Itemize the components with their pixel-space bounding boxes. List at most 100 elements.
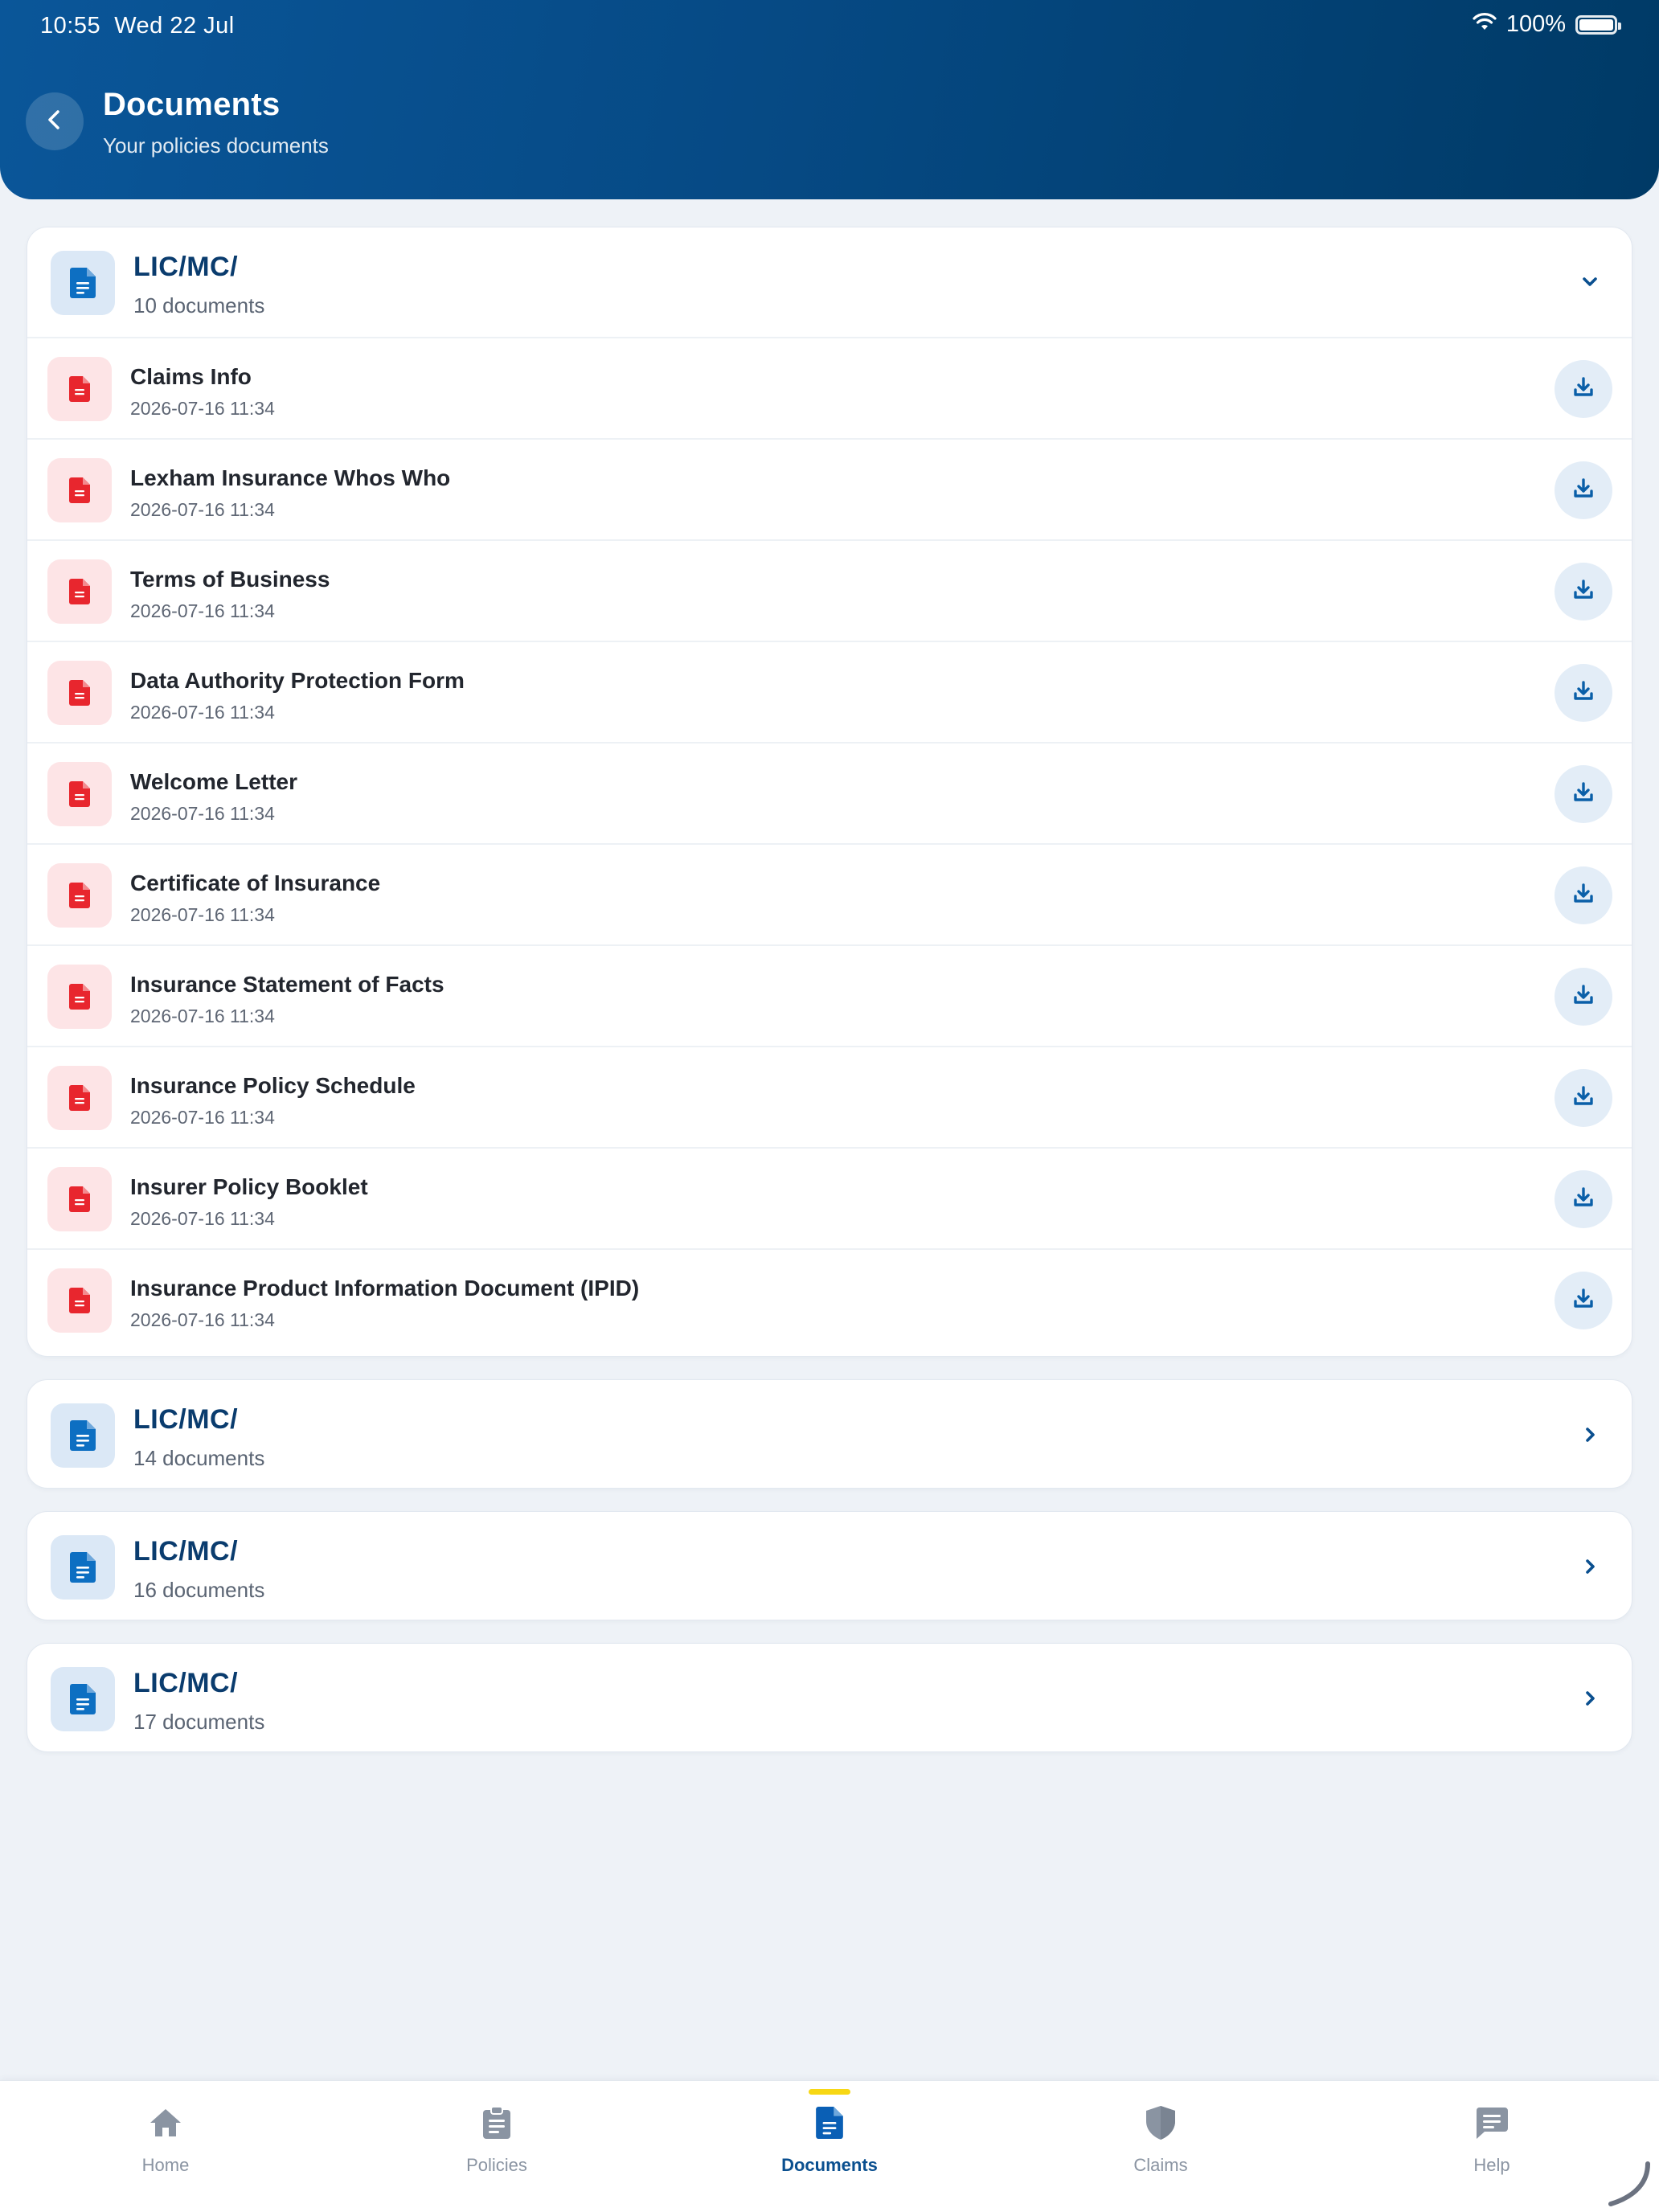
page-subtitle: Your policies documents <box>103 133 329 158</box>
download-button[interactable] <box>1555 765 1612 823</box>
nav-label: Home <box>141 2155 190 2175</box>
download-button[interactable] <box>1555 1069 1612 1127</box>
battery-percent: 100% <box>1505 11 1566 37</box>
pdf-file-icon <box>47 965 112 1029</box>
document-icon <box>51 1403 115 1468</box>
download-button[interactable] <box>1555 968 1612 1026</box>
download-icon <box>1572 376 1595 403</box>
document-row[interactable]: Data Authority Protection Form 2026-07-1… <box>27 641 1632 742</box>
policy-group-header[interactable]: LIC/MC/ 17 documents <box>27 1644 1632 1751</box>
document-name: Lexham Insurance Whos Who <box>130 465 451 490</box>
back-button[interactable] <box>26 92 84 150</box>
download-icon <box>1572 1288 1595 1314</box>
document-date: 2026-07-16 11:34 <box>130 1208 275 1229</box>
policy-group-count: 16 documents <box>133 1578 265 1602</box>
policy-group-title: LIC/MC/ <box>133 1404 239 1435</box>
document-date: 2026-07-16 11:34 <box>130 904 275 925</box>
pdf-file-icon <box>47 1167 112 1231</box>
download-icon <box>1572 781 1595 808</box>
download-button[interactable] <box>1555 1272 1612 1329</box>
page-title: Documents <box>103 87 281 122</box>
document-row[interactable]: Insurance Statement of Facts 2026-07-16 … <box>27 944 1632 1046</box>
policy-group-title: LIC/MC/ <box>133 252 239 282</box>
document-name: Welcome Letter <box>130 769 297 794</box>
status-bar-right: 100% <box>1473 11 1621 38</box>
download-icon <box>1572 680 1595 707</box>
nav-tab-help[interactable]: Help <box>1371 2081 1612 2212</box>
policy-group-card[interactable]: LIC/MC/ 16 documents <box>27 1511 1632 1620</box>
document-row[interactable]: Welcome Letter 2026-07-16 11:34 <box>27 742 1632 843</box>
shield-icon <box>1141 2103 1180 2142</box>
download-button[interactable] <box>1555 461 1612 519</box>
document-date: 2026-07-16 11:34 <box>130 1107 275 1128</box>
document-date: 2026-07-16 11:34 <box>130 702 275 723</box>
chevron-right-icon <box>1577 1422 1603 1448</box>
corner-grabber-icon <box>1606 2161 1653 2207</box>
status-date: Wed 22 Jul <box>114 13 235 39</box>
document-icon <box>51 1535 115 1600</box>
document-row[interactable]: Claims Info 2026-07-16 11:34 <box>27 337 1632 438</box>
policy-group-title: LIC/MC/ <box>133 1668 239 1698</box>
chevron-right-icon <box>1577 1554 1603 1579</box>
policy-group-card: LIC/MC/ 10 documents Claims Info 2026-07… <box>27 227 1632 1357</box>
policy-group-card[interactable]: LIC/MC/ 17 documents <box>27 1643 1632 1752</box>
policy-group-count: 14 documents <box>133 1446 265 1470</box>
nav-tab-policies[interactable]: Policies <box>376 2081 617 2212</box>
download-button[interactable] <box>1555 1170 1612 1228</box>
document-name: Insurer Policy Booklet <box>130 1174 368 1199</box>
download-icon <box>1572 1186 1595 1213</box>
nav-label: Documents <box>781 2155 878 2175</box>
document-icon <box>51 251 115 315</box>
document-row[interactable]: Insurer Policy Booklet 2026-07-16 11:34 <box>27 1147 1632 1248</box>
document-date: 2026-07-16 11:34 <box>130 600 275 621</box>
document-row[interactable]: Insurance Policy Schedule 2026-07-16 11:… <box>27 1046 1632 1147</box>
download-icon <box>1572 579 1595 605</box>
document-name: Claims Info <box>130 364 252 389</box>
policy-group-count: 10 documents <box>133 293 265 317</box>
document-date: 2026-07-16 11:34 <box>130 398 275 419</box>
document-icon <box>810 2103 849 2142</box>
pdf-file-icon <box>47 1066 112 1130</box>
battery-icon <box>1575 14 1621 35</box>
pdf-file-icon <box>47 863 112 928</box>
document-date: 2026-07-16 11:34 <box>130 499 275 520</box>
pdf-file-icon <box>47 762 112 826</box>
document-name: Insurance Policy Schedule <box>130 1073 416 1098</box>
download-icon <box>1572 477 1595 504</box>
download-button[interactable] <box>1555 360 1612 418</box>
policy-group-card[interactable]: LIC/MC/ 14 documents <box>27 1379 1632 1489</box>
document-row[interactable]: Terms of Business 2026-07-16 11:34 <box>27 539 1632 641</box>
home-icon <box>146 2103 185 2142</box>
download-button[interactable] <box>1555 664 1612 722</box>
policy-group-header[interactable]: LIC/MC/ 16 documents <box>27 1512 1632 1620</box>
status-time: 10:55 <box>40 13 101 39</box>
nav-tab-documents[interactable]: Documents <box>709 2081 950 2212</box>
document-row[interactable]: Certificate of Insurance 2026-07-16 11:3… <box>27 843 1632 944</box>
wifi-icon <box>1473 11 1497 38</box>
nav-tab-claims[interactable]: Claims <box>1040 2081 1281 2212</box>
active-tab-indicator <box>809 2089 850 2095</box>
document-date: 2026-07-16 11:34 <box>130 1006 275 1026</box>
document-row[interactable]: Lexham Insurance Whos Who 2026-07-16 11:… <box>27 438 1632 539</box>
chevron-left-icon <box>43 108 67 136</box>
nav-label: Policies <box>466 2155 527 2175</box>
chevron-right-icon <box>1577 1686 1603 1711</box>
bottom-nav: Home Policies Documents Claims Help <box>0 2080 1659 2212</box>
clipboard-icon <box>477 2103 516 2142</box>
document-icon <box>51 1667 115 1731</box>
download-button[interactable] <box>1555 866 1612 924</box>
policy-group-header[interactable]: LIC/MC/ 10 documents <box>27 227 1632 337</box>
document-name: Terms of Business <box>130 567 330 592</box>
chevron-down-icon <box>1577 269 1603 295</box>
document-name: Certificate of Insurance <box>130 870 381 895</box>
nav-tab-home[interactable]: Home <box>45 2081 286 2212</box>
policy-group-header[interactable]: LIC/MC/ 14 documents <box>27 1380 1632 1488</box>
download-icon <box>1572 883 1595 909</box>
download-icon <box>1572 984 1595 1010</box>
document-date: 2026-07-16 11:34 <box>130 1309 275 1330</box>
download-button[interactable] <box>1555 563 1612 621</box>
status-bar-time: 10:55 Wed 22 Jul <box>40 13 235 39</box>
document-row[interactable]: Insurance Product Information Document (… <box>27 1248 1632 1350</box>
nav-label: Claims <box>1133 2155 1188 2175</box>
nav-label: Help <box>1473 2155 1510 2175</box>
